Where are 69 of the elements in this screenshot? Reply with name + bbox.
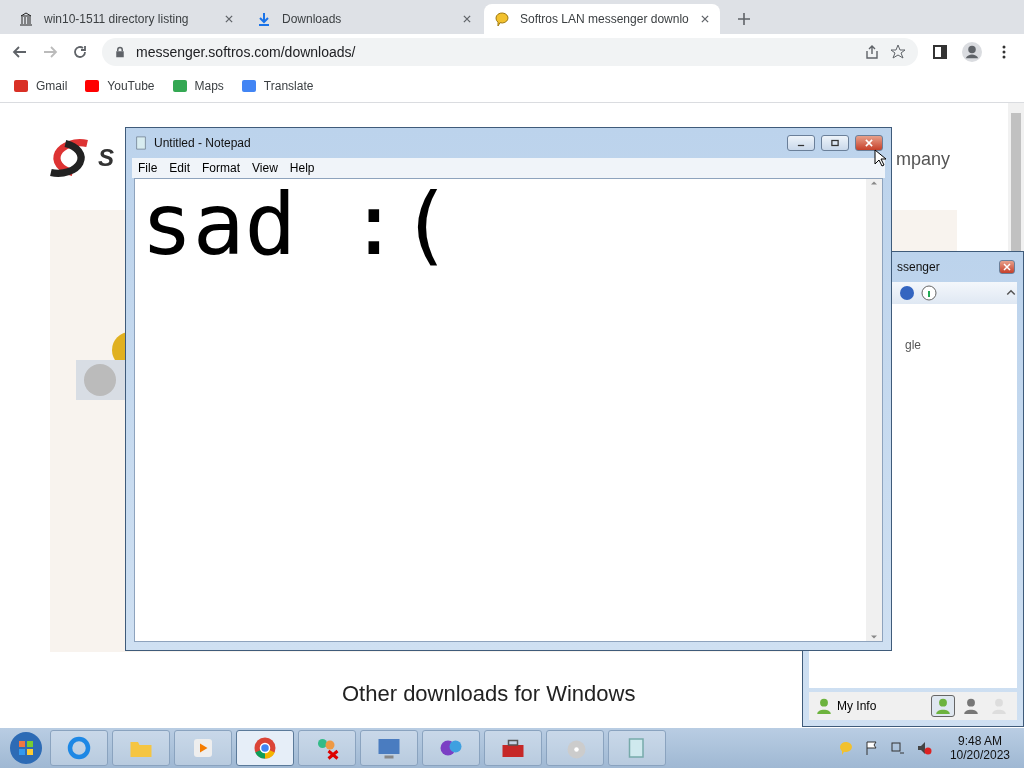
minimize-button[interactable] — [787, 135, 815, 151]
monitor-icon — [377, 736, 401, 760]
close-icon — [700, 14, 710, 24]
clock-date[interactable]: 10/20/2023 — [949, 748, 1010, 762]
lock-icon — [114, 46, 126, 58]
close-icon — [224, 14, 234, 24]
bookmark-link[interactable]: Maps — [172, 79, 224, 93]
browser-tab[interactable]: Downloads — [246, 4, 482, 34]
notepad-icon — [134, 136, 148, 150]
menu-item[interactable]: File — [138, 161, 158, 175]
forward-icon — [42, 44, 58, 60]
info-icon — [921, 285, 937, 301]
taskbar-app-button[interactable] — [50, 730, 108, 766]
taskbar-app-button[interactable] — [608, 730, 666, 766]
menu-item[interactable]: Help — [289, 161, 315, 175]
flag-icon — [863, 740, 880, 756]
browser-tab[interactable]: win10-1511 directory listing — [8, 4, 244, 34]
taskbar-app-button[interactable] — [484, 730, 542, 766]
person-icon — [815, 697, 833, 715]
speech-bubble-icon — [837, 740, 854, 756]
plus-icon — [736, 11, 752, 27]
taskbar-app-button[interactable] — [174, 730, 232, 766]
close-icon — [1003, 263, 1011, 271]
avatar-icon — [962, 42, 982, 62]
address-bar[interactable]: messenger.softros.com/downloads/ — [102, 38, 918, 66]
section-heading: Other downloads for Windows — [342, 681, 636, 707]
status-button[interactable] — [931, 695, 955, 717]
chrome-icon — [253, 736, 277, 760]
speech-bubble-icon — [494, 11, 510, 27]
close-icon — [462, 14, 472, 24]
menu-item[interactable]: View — [252, 161, 278, 175]
scroll-down-icon — [870, 633, 878, 641]
maximize-button[interactable] — [821, 135, 849, 151]
maximize-icon — [830, 138, 840, 148]
close-icon — [864, 138, 874, 148]
window-title: Untitled - Notepad — [154, 136, 252, 150]
clock-time[interactable]: 9:48 AM — [957, 734, 1002, 748]
page-scrollbar[interactable] — [1008, 103, 1024, 251]
sidebar-icon — [932, 44, 948, 60]
close-button[interactable] — [999, 260, 1015, 274]
menu-item[interactable]: Edit — [169, 161, 191, 175]
contact-text: gle — [905, 338, 921, 352]
reload-icon — [72, 44, 88, 60]
bookmark-link[interactable]: YouTube — [85, 79, 155, 93]
logo-text: S — [98, 144, 114, 172]
taskbar-app-button[interactable] — [360, 730, 418, 766]
browser-tab[interactable]: Softros LAN messenger downlo — [484, 4, 720, 34]
play-icon — [191, 736, 215, 760]
window-title: ssenger — [897, 260, 941, 274]
star-icon — [890, 44, 906, 60]
scrollbar[interactable] — [866, 179, 882, 641]
download-icon — [256, 11, 272, 27]
help-icon — [899, 285, 915, 301]
taskbar-app-button[interactable] — [298, 730, 356, 766]
speaker-muted-icon — [915, 740, 932, 756]
building-icon — [18, 11, 34, 27]
cursor-icon — [874, 149, 886, 167]
bookmark-link[interactable]: Gmail — [14, 79, 68, 93]
tagline-text: mpany — [896, 149, 951, 170]
people-icon — [315, 736, 339, 760]
person-icon — [962, 697, 980, 715]
taskbar-app-button[interactable] — [236, 730, 294, 766]
menu-item[interactable]: Format — [202, 161, 241, 175]
bookmark-link[interactable]: Translate — [241, 79, 314, 93]
back-icon — [12, 44, 28, 60]
person-icon — [934, 697, 952, 715]
taskbar-app-button[interactable] — [422, 730, 480, 766]
share-icon — [864, 44, 880, 60]
close-button[interactable] — [855, 135, 883, 151]
